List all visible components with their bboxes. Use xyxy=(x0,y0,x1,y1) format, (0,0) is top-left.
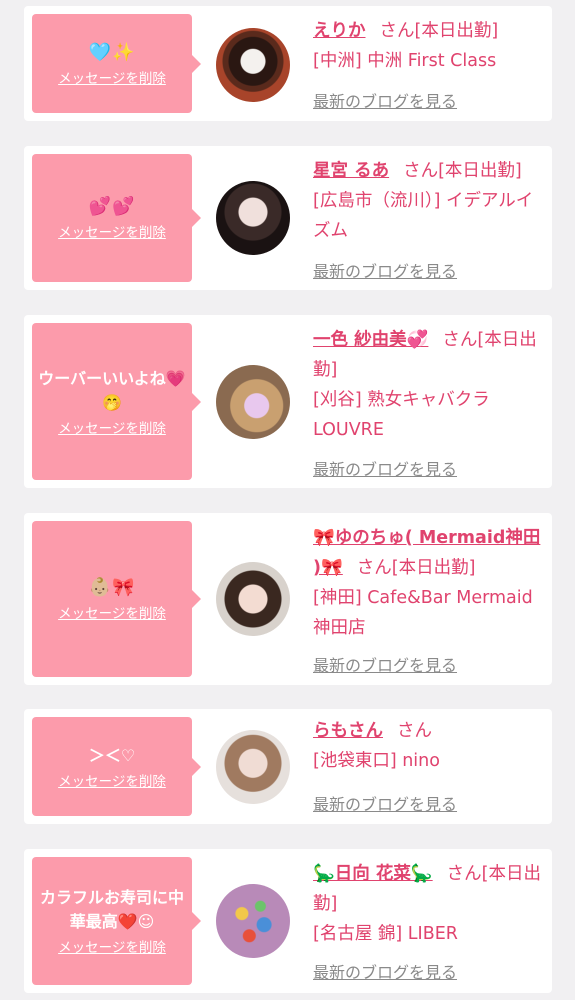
avatar[interactable] xyxy=(216,365,290,439)
message-card: カラフルお寿司に中華最高❤️☺︎ メッセージを削除 🦕日向 花菜🦕 さん[本日出勤… xyxy=(24,849,552,993)
message-card: 👶🏼🎀 メッセージを削除 🎀ゆのちゅ( Mermaid神田 )🎀 さん[本日出勤]… xyxy=(24,513,552,685)
san-suffix: さん xyxy=(379,21,415,41)
blog-link[interactable]: 最新のブログを見る xyxy=(313,652,457,676)
delete-message-link[interactable]: メッセージを削除 xyxy=(58,602,166,622)
blog-link[interactable]: 最新のブログを見る xyxy=(313,456,457,480)
shop-text: [中洲] 中洲 First Class xyxy=(313,51,497,71)
cast-name-link[interactable]: 星宮 るあ xyxy=(313,161,389,181)
shop-text: [名古屋 錦] LIBER xyxy=(313,924,458,944)
shop-text: [池袋東口] nino xyxy=(313,751,440,771)
message-bubble: ウーバーいいよね💗🤭 メッセージを削除 xyxy=(32,323,201,480)
card-info: らもさん さん [池袋東口] nino xyxy=(313,716,545,776)
cast-name-link[interactable]: 一色 紗由美💞 xyxy=(313,330,428,350)
avatar[interactable] xyxy=(216,730,290,804)
message-bubble: 🩵✨ メッセージを削除 xyxy=(32,14,201,113)
message-bubble: ＞＜♡ メッセージを削除 xyxy=(32,717,201,816)
shop-text: [神田] Cafe&Bar Mermaid神田店 xyxy=(313,588,533,638)
blog-link[interactable]: 最新のブログを見る xyxy=(313,258,457,282)
blog-link[interactable]: 最新のブログを見る xyxy=(313,959,457,983)
shop-text: [広島市（流川）] イデアルイズム xyxy=(313,191,534,241)
delete-message-link[interactable]: メッセージを削除 xyxy=(58,221,166,241)
cast-name-link[interactable]: えりか xyxy=(313,21,366,41)
card-info: 🎀ゆのちゅ( Mermaid神田 )🎀 さん[本日出勤] [神田] Cafe&Ba… xyxy=(313,523,545,643)
card-info: 🦕日向 花菜🦕 さん[本日出勤] [名古屋 錦] LIBER xyxy=(313,859,545,949)
message-text: 👶🏼🎀 xyxy=(88,577,136,598)
message-bubble: カラフルお寿司に中華最高❤️☺︎ メッセージを削除 xyxy=(32,857,201,985)
message-bubble: 💕💕 メッセージを削除 xyxy=(32,154,201,282)
card-info: 一色 紗由美💞 さん[本日出勤] [刈谷] 熟女キャバクラLOUVRE xyxy=(313,325,545,445)
status-text: [本日出勤] xyxy=(414,21,499,41)
avatar[interactable] xyxy=(216,28,290,102)
status-text: [本日出勤] xyxy=(438,161,522,181)
status-text: [本日出勤] xyxy=(391,558,476,578)
delete-message-link[interactable]: メッセージを削除 xyxy=(58,936,166,956)
avatar[interactable] xyxy=(216,181,290,255)
card-info: えりか さん[本日出勤] [中洲] 中洲 First Class xyxy=(313,16,545,76)
message-card: ＞＜♡ メッセージを削除 らもさん さん [池袋東口] nino 最新のブログを見… xyxy=(24,709,552,824)
shop-text: [刈谷] 熟女キャバクラLOUVRE xyxy=(313,390,490,440)
delete-message-link[interactable]: メッセージを削除 xyxy=(58,67,166,87)
cast-name-link[interactable]: らもさん xyxy=(313,721,383,741)
cast-name-link[interactable]: 🦕日向 花菜🦕 xyxy=(313,864,433,884)
san-suffix: さん xyxy=(403,161,439,181)
san-suffix: さん xyxy=(446,864,482,884)
message-card: ウーバーいいよね💗🤭 メッセージを削除 一色 紗由美💞 さん[本日出勤] [刈谷]… xyxy=(24,315,552,488)
card-info: 星宮 るあ さん[本日出勤] [広島市（流川）] イデアルイズム xyxy=(313,156,545,246)
delete-message-link[interactable]: メッセージを削除 xyxy=(58,770,166,790)
san-suffix: さん xyxy=(397,721,432,741)
message-card: 💕💕 メッセージを削除 星宮 るあ さん[本日出勤] [広島市（流川）] イデアル… xyxy=(24,146,552,290)
blog-link[interactable]: 最新のブログを見る xyxy=(313,88,457,112)
avatar[interactable] xyxy=(216,884,290,958)
message-bubble: 👶🏼🎀 メッセージを削除 xyxy=(32,521,201,677)
message-text: 🩵✨ xyxy=(88,41,136,63)
avatar[interactable] xyxy=(216,562,290,636)
delete-message-link[interactable]: メッセージを削除 xyxy=(58,417,166,437)
blog-link[interactable]: 最新のブログを見る xyxy=(313,791,457,815)
message-text: 💕💕 xyxy=(88,196,136,217)
message-text: ＞＜♡ xyxy=(88,745,136,765)
message-text: カラフルお寿司に中華最高❤️☺︎ xyxy=(39,888,184,931)
message-card: 🩵✨ メッセージを削除 えりか さん[本日出勤] [中洲] 中洲 First Cl… xyxy=(24,6,552,121)
message-text: ウーバーいいよね💗🤭 xyxy=(38,368,186,412)
san-suffix: さん xyxy=(442,330,478,350)
san-suffix: さん xyxy=(356,558,392,578)
